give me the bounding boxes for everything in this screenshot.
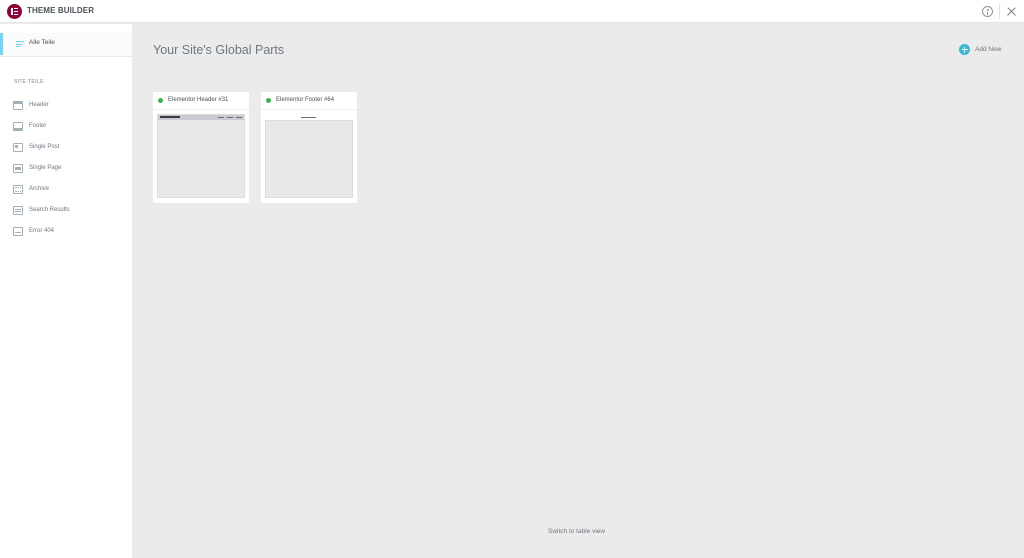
sidebar-section-heading: SITE TEILE (14, 79, 44, 85)
search-results-icon (13, 206, 23, 215)
close-icon[interactable] (1006, 6, 1017, 17)
info-icon[interactable] (982, 6, 993, 17)
card-preview-thumbnail[interactable] (157, 114, 245, 198)
sidebar-item-header[interactable]: Header (0, 97, 132, 115)
template-card-header[interactable]: Elementor Header #31 (153, 92, 249, 203)
preview-footer-line (301, 117, 316, 118)
top-bar: THEME BUILDER (0, 0, 1024, 23)
sidebar-divider (0, 56, 132, 57)
app-title: THEME BUILDER (27, 6, 95, 15)
sidebar-item-footer[interactable]: Footer (0, 118, 132, 136)
card-divider (153, 109, 249, 110)
preview-footer-area (265, 110, 353, 120)
sidebar-item-label: Search Results (29, 207, 70, 213)
preview-header-bar (158, 115, 244, 120)
sidebar-item-error-404[interactable]: Error 404 (0, 223, 132, 241)
sidebar-item-label: Archive (29, 186, 50, 192)
add-new-label: Add New (975, 46, 1002, 53)
preview-nav-item (227, 116, 233, 118)
page-title: Your Site's Global Parts (153, 43, 285, 57)
footer-icon (13, 122, 23, 131)
plus-circle-icon (959, 44, 970, 55)
single-post-icon (13, 143, 23, 152)
filter-lines-icon (16, 41, 24, 47)
template-card-footer[interactable]: Elementor Footer #64 (261, 92, 357, 203)
card-title[interactable]: Elementor Footer #64 (276, 97, 334, 103)
preview-nav-item (236, 116, 242, 118)
header-icon (13, 101, 23, 110)
sidebar-item-search-results[interactable]: Search Results (0, 202, 132, 220)
card-preview-thumbnail[interactable] (265, 120, 353, 198)
sidebar-item-single-page[interactable]: Single Page (0, 160, 132, 178)
switch-to-table-view-link[interactable]: Switch to table view (548, 528, 605, 535)
sidebar-item-label: Single Post (29, 144, 60, 150)
add-new-button[interactable]: Add New (959, 44, 1019, 56)
single-page-icon (13, 164, 23, 173)
sidebar-item-all-parts[interactable]: Alle Teile (0, 33, 132, 55)
sidebar-item-label: Footer (29, 123, 47, 129)
sidebar-item-label: Single Page (29, 165, 62, 171)
sidebar-item-label: Alle Teile (29, 39, 55, 46)
sidebar-item-single-post[interactable]: Single Post (0, 139, 132, 157)
sidebar-item-label: Header (29, 102, 49, 108)
card-title[interactable]: Elementor Header #31 (168, 97, 228, 103)
error-404-icon (13, 227, 23, 236)
status-dot-icon (266, 98, 271, 103)
preview-brand (160, 116, 180, 118)
toolbar-divider (999, 4, 1000, 19)
archive-icon (13, 185, 23, 194)
sidebar-item-label: Error 404 (29, 228, 55, 234)
elementor-logo-icon (7, 4, 22, 19)
status-dot-icon (158, 98, 163, 103)
sidebar-item-archive[interactable]: Archive (0, 181, 132, 199)
sidebar: Alle Teile SITE TEILE Header Footer Sing… (0, 24, 132, 558)
preview-nav-item (218, 116, 224, 118)
